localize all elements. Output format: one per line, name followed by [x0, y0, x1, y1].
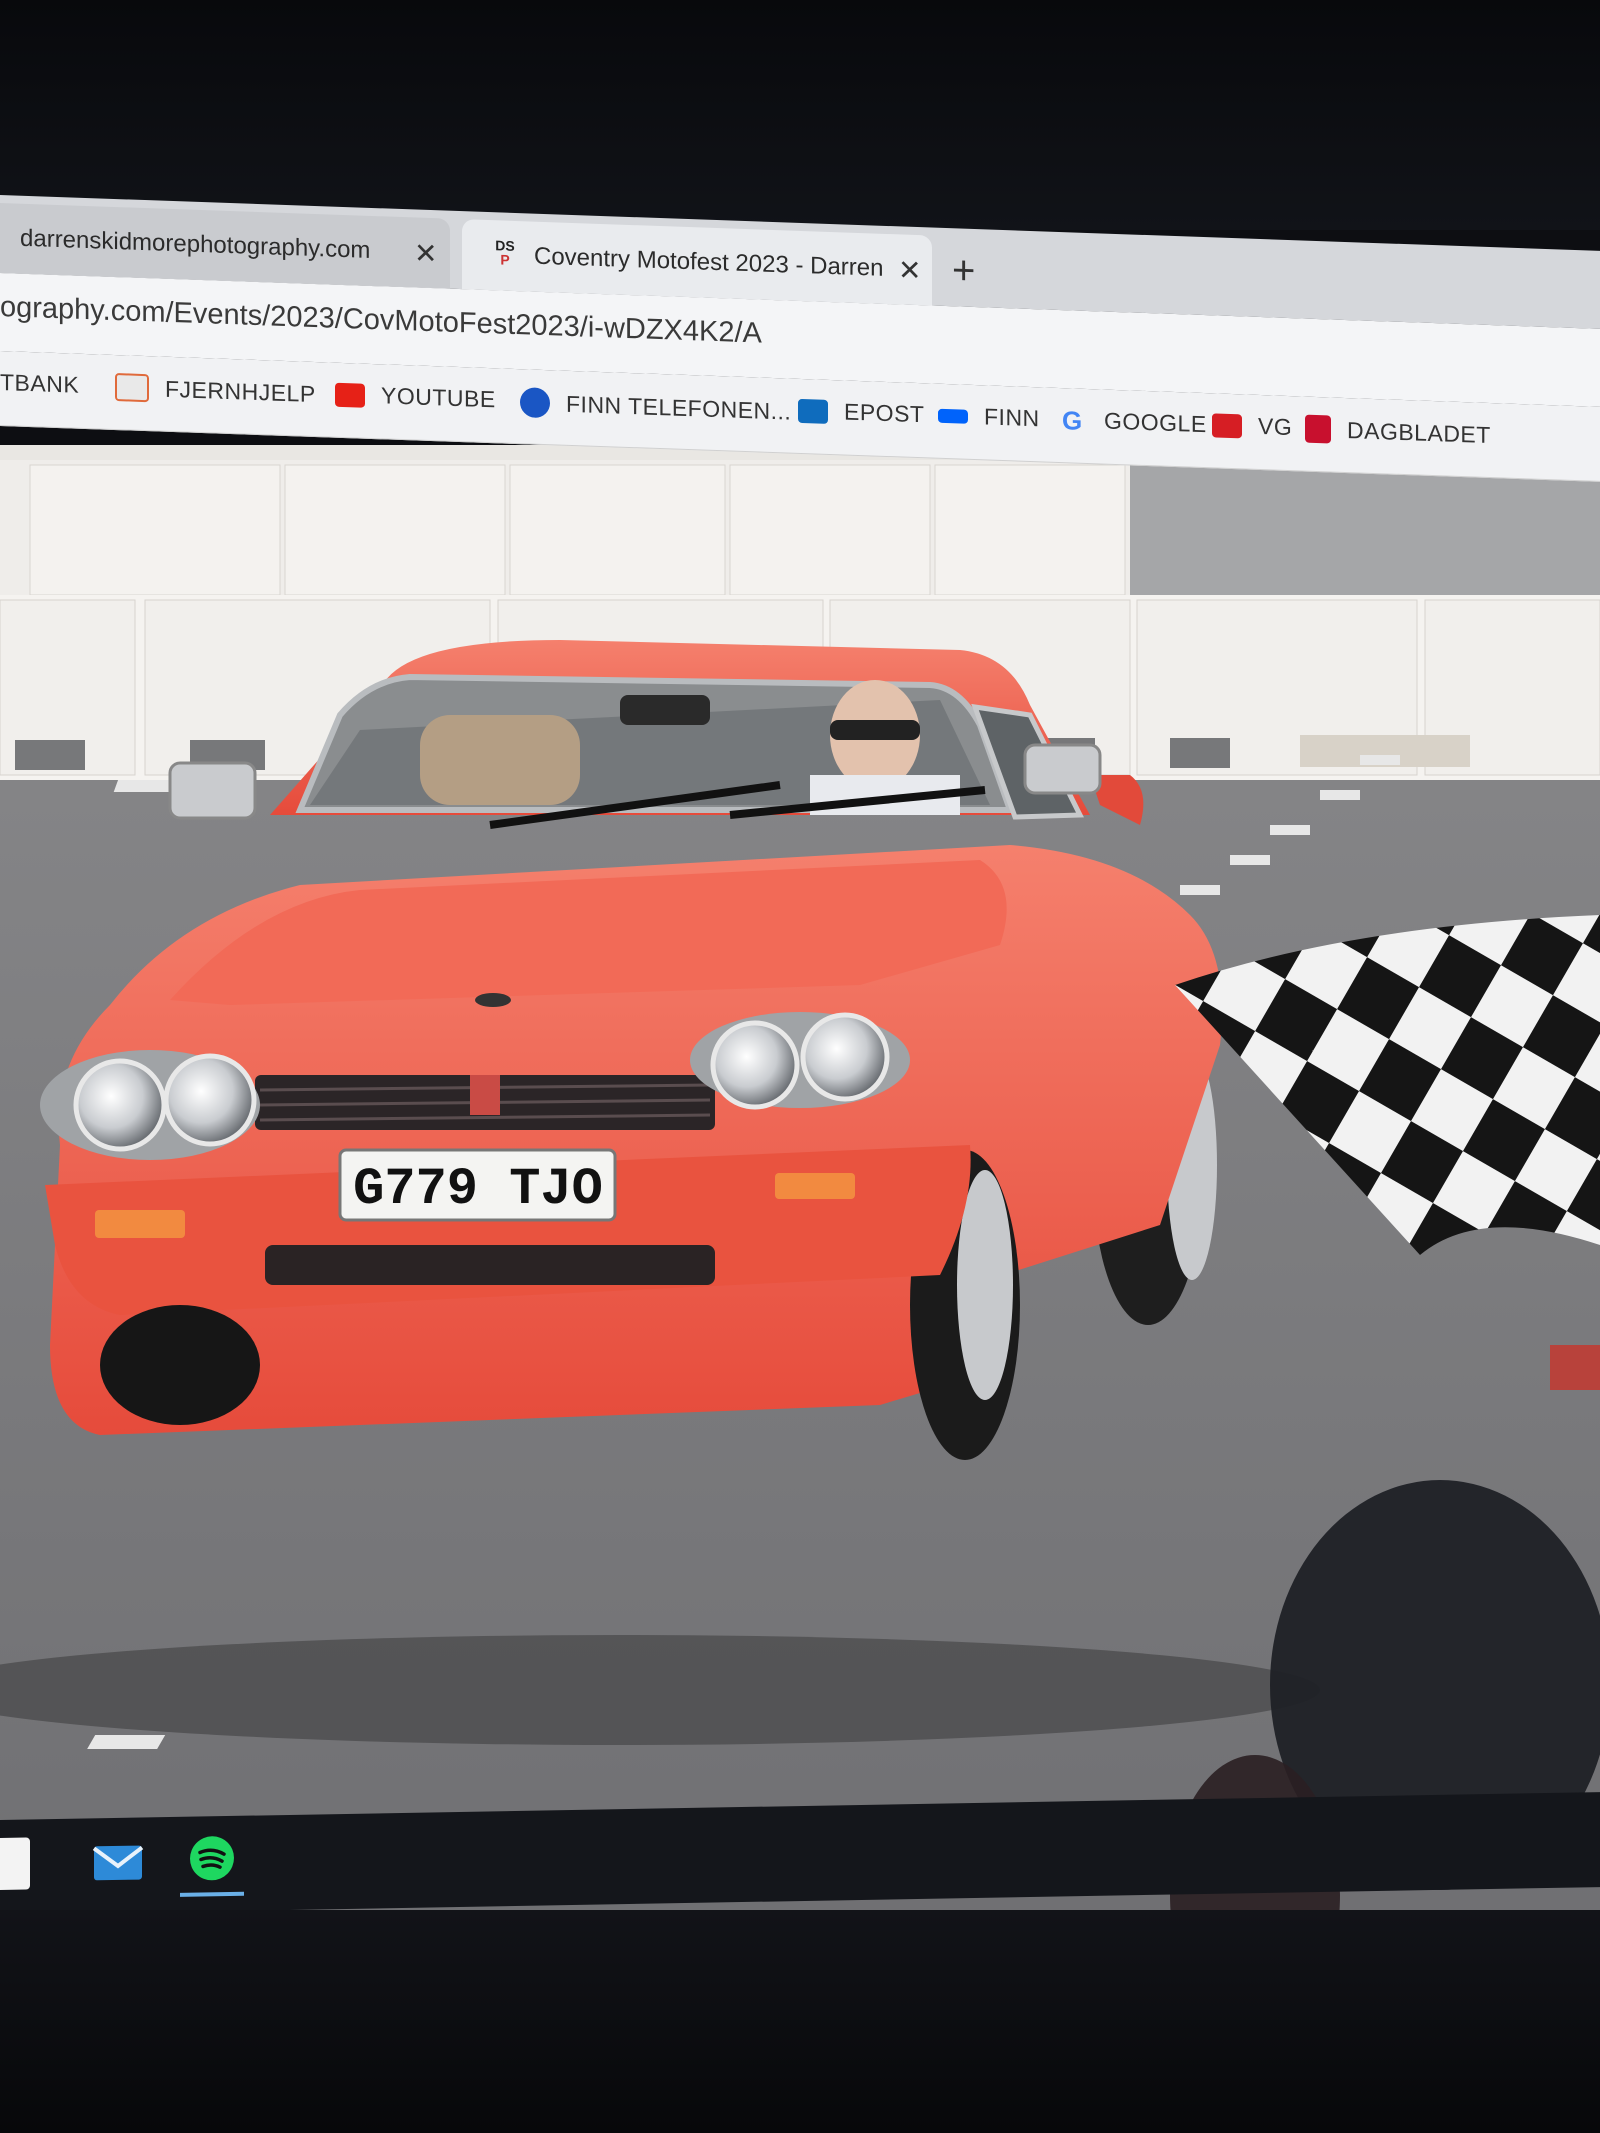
bookmark-label: FINN TELEFONEN... [566, 390, 792, 425]
bookmark-vg[interactable]: VG [1212, 411, 1292, 441]
file-explorer-icon[interactable] [0, 1837, 30, 1891]
ds-photography-favicon-icon: DS P [495, 237, 515, 268]
bookmark-finn[interactable]: FINN [938, 402, 1040, 433]
tab-title: Coventry Motofest 2023 - Darren [534, 242, 884, 282]
close-icon[interactable]: ✕ [898, 253, 921, 287]
bookmark-fjernhjelp[interactable]: FJERNHJELP [115, 373, 316, 408]
bookmark-youtube[interactable]: YOUTUBE [335, 381, 496, 414]
youtube-icon [335, 382, 365, 408]
remote-help-icon [115, 373, 149, 403]
monitor-bezel-bottom [0, 1910, 1600, 2133]
mail-icon[interactable] [92, 1835, 144, 1888]
bookmark-label: YOUTUBE [381, 382, 496, 413]
url-text[interactable]: ography.com/Events/2023/CovMotoFest2023/… [0, 291, 762, 351]
finn-icon [938, 408, 968, 424]
vg-icon [1212, 412, 1242, 438]
browser-window: darrenskidmorephotography.com ✕ DS P Cove… [0, 195, 1600, 542]
license-plate-text: G779 TJO [353, 1160, 603, 1219]
bookmark-dagbladet[interactable]: DAGBLADET [1305, 414, 1491, 449]
bookmark-label: VG [1258, 412, 1293, 441]
tab-title: darrenskidmorephotography.com [20, 224, 371, 264]
bookmark-epost[interactable]: EPOST [798, 397, 924, 428]
spotify-icon[interactable] [180, 1834, 244, 1897]
bookmark-finn-telefonen[interactable]: FINN TELEFONEN... [520, 387, 791, 426]
bookmark-label: TBANK [0, 369, 80, 398]
new-tab-button[interactable]: + [952, 248, 975, 294]
dagbladet-icon [1305, 414, 1331, 444]
bookmark-label: FJERNHJELP [165, 375, 316, 407]
bookmark-google[interactable]: G GOOGLE [1062, 404, 1207, 438]
monitor-screen: G779 TJO darrenskidmorephotography.com ✕ [0, 0, 1600, 2133]
outlook-icon [798, 398, 828, 424]
google-icon: G [1062, 404, 1083, 436]
close-icon[interactable]: ✕ [414, 236, 437, 270]
bookmark-label: FINN [984, 403, 1040, 432]
bookmark-label: GOOGLE [1104, 407, 1207, 438]
location-pin-icon [520, 387, 550, 419]
bookmark-label: EPOST [844, 398, 925, 428]
monitor-bezel-top [0, 0, 1600, 230]
active-app-indicator [180, 1891, 244, 1897]
bookmark-label: DAGBLADET [1347, 416, 1491, 448]
bookmark-tbank[interactable]: TBANK [0, 369, 79, 399]
car-photo: G779 TJO [0, 445, 1600, 1910]
photo-viewer[interactable]: G779 TJO [0, 445, 1600, 1910]
